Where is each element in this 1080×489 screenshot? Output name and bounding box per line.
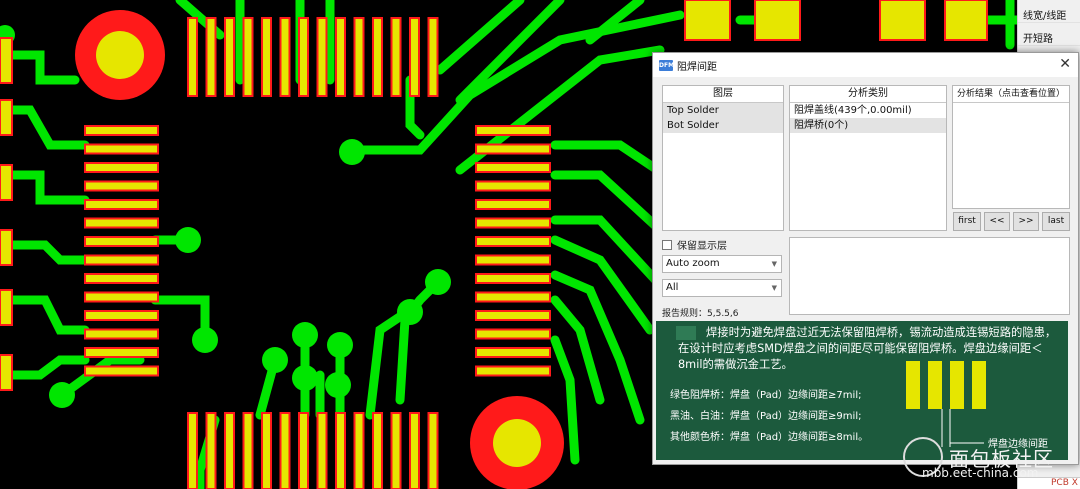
filter-select-value: All [666, 282, 679, 293]
smd-pad [335, 17, 346, 97]
smd-pad [427, 412, 439, 489]
layer-item-bot-solder[interactable]: Bot Solder [663, 118, 783, 133]
smd-pad [475, 328, 551, 340]
smd-pad [84, 236, 159, 247]
dialog-body: 图层 Top Solder Bot Solder 分析类别 阻焊盖线(439个,… [653, 77, 1078, 464]
smd-pad [475, 125, 551, 136]
smd-pad [224, 412, 235, 489]
smd-pad [372, 412, 383, 489]
smd-pad [475, 180, 551, 192]
smd-pad [84, 199, 159, 210]
result-list[interactable]: 分析结果（点击查看位置） [952, 85, 1070, 209]
smd-pad [316, 412, 328, 489]
smd-pad [242, 17, 254, 97]
smd-pad [261, 412, 272, 489]
smd-pad [372, 17, 383, 97]
smd-pad [84, 217, 159, 229]
smd-pad [242, 412, 254, 489]
category-item-mask-bridge[interactable]: 阻焊桥(0个) [790, 118, 946, 133]
close-icon[interactable]: ✕ [1059, 56, 1071, 72]
watermark-url: mbb.eet-china.com [922, 466, 1039, 480]
smd-pad [84, 347, 159, 358]
smd-pad [409, 412, 420, 489]
smd-pad [475, 310, 551, 321]
smd-pad [353, 17, 365, 97]
chevron-down-icon: ▼ [771, 260, 777, 268]
smd-pad [390, 412, 402, 489]
detail-box[interactable] [789, 237, 1070, 315]
keep-layer-checkbox[interactable] [662, 239, 672, 250]
category-list[interactable]: 分析类别 阻焊盖线(439个,0.00mil) 阻焊桥(0个) [789, 85, 947, 231]
smd-pad [205, 17, 217, 97]
smd-pad [475, 236, 551, 247]
solder-mask-spacing-dialog: DFM 阻焊间距 ✕ 图层 Top Solder Bot Solder 分析类别… [652, 52, 1079, 465]
smd-pad [84, 310, 159, 321]
smd-pad [84, 125, 159, 136]
info-line-black-white: 黑油、白油：焊盘（Pad）边缘间距≥9mil; [670, 411, 862, 422]
side-item-line-width[interactable]: 线宽/线距 [1018, 0, 1080, 23]
prev-button[interactable]: << [984, 212, 1010, 231]
smd-pad [187, 17, 198, 97]
smd-pad [84, 328, 159, 340]
smd-pad [475, 365, 551, 377]
layer-list-header: 图层 [663, 86, 783, 103]
smd-pad [261, 17, 272, 97]
smd-pad [298, 17, 309, 97]
smd-pad [187, 412, 198, 489]
smd-pad [84, 180, 159, 192]
keep-layer-label: 保留显示层 [677, 241, 727, 252]
category-list-header: 分析类别 [790, 86, 946, 103]
smd-pad [84, 254, 159, 266]
smd-pad [390, 17, 402, 97]
app-icon: DFM [659, 59, 675, 71]
first-button[interactable]: first [953, 212, 981, 231]
smd-pad [409, 17, 420, 97]
zoom-select-value: Auto zoom [666, 258, 720, 269]
smd-pad [84, 291, 159, 303]
smd-pad [84, 365, 159, 377]
report-rule-text: 报告规则：5,5.5,6 [662, 309, 739, 319]
smd-pad [475, 162, 551, 173]
filter-select[interactable]: All ▼ [662, 279, 782, 297]
smd-pad [427, 17, 439, 97]
category-item-mask-cover[interactable]: 阻焊盖线(439个,0.00mil) [790, 103, 946, 118]
next-button[interactable]: >> [1013, 212, 1039, 231]
smd-pad [84, 143, 159, 155]
last-button[interactable]: last [1042, 212, 1070, 231]
dialog-title: 阻焊间距 [677, 61, 717, 73]
smd-pad [224, 17, 235, 97]
layer-list[interactable]: 图层 Top Solder Bot Solder [662, 85, 784, 231]
smd-pad [84, 162, 159, 173]
smd-pad [205, 412, 217, 489]
smd-pad [475, 347, 551, 358]
smd-pad [475, 273, 551, 284]
smd-pad [475, 217, 551, 229]
smd-pad [298, 412, 309, 489]
smd-pad [475, 143, 551, 155]
layer-item-top-solder[interactable]: Top Solder [663, 103, 783, 118]
smd-pad [475, 254, 551, 266]
info-line-other: 其他颜色桥：焊盘（Pad）边缘间距≥8mil。 [670, 432, 869, 443]
chevron-down-icon: ▼ [771, 284, 777, 292]
smd-pad [316, 17, 328, 97]
smd-pad [475, 199, 551, 210]
keep-layer-option[interactable]: 保留显示层 [662, 237, 727, 252]
smd-pad [335, 412, 346, 489]
smd-pad [279, 17, 291, 97]
side-item-open-short[interactable]: 开短路 [1018, 23, 1080, 46]
smd-pad [475, 291, 551, 303]
info-line-green: 绿色阻焊桥：焊盘（Pad）边缘间距≥7mil; [670, 390, 862, 401]
dialog-titlebar[interactable]: DFM 阻焊间距 ✕ [653, 53, 1078, 77]
smd-pad [353, 412, 365, 489]
result-list-header: 分析结果（点击查看位置） [953, 86, 1069, 103]
smd-pad [279, 412, 291, 489]
zoom-select[interactable]: Auto zoom ▼ [662, 255, 782, 273]
smd-pad [84, 273, 159, 284]
